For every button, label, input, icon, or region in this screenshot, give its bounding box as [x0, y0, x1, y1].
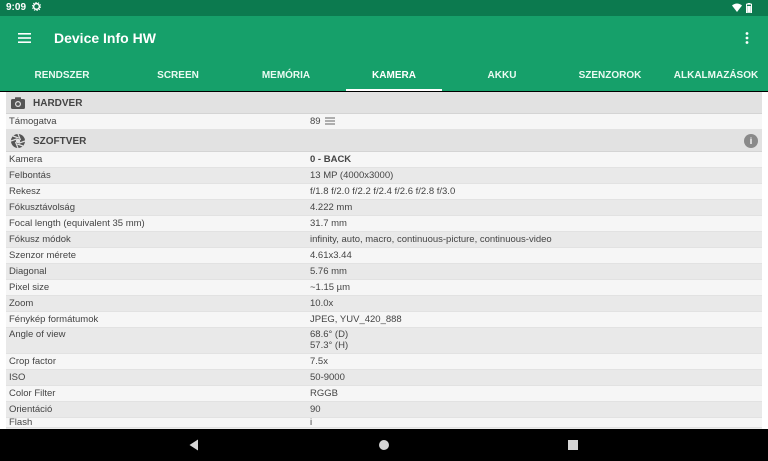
table-row: Fénykép formátumok JPEG, YUV_420_888 — [6, 312, 762, 328]
row-value: 31.7 mm — [310, 218, 347, 229]
table-row: Felbontás 13 MP (4000x3000) — [6, 168, 762, 184]
tab-alkalmazasok[interactable]: ALKALMAZÁSOK — [664, 60, 768, 91]
table-row: Fókusz módok infinity, auto, macro, cont… — [6, 232, 762, 248]
row-value: ~1.15 µm — [310, 282, 351, 293]
tab-rendszer[interactable]: RENDSZER — [0, 60, 124, 91]
row-value: infinity, auto, macro, continuous-pictur… — [310, 234, 552, 245]
row-key: Fókusztávolság — [9, 202, 76, 213]
info-icon[interactable]: i — [744, 134, 758, 148]
tab-akku[interactable]: AKKU — [448, 60, 556, 91]
table-row: Flash i — [6, 418, 762, 428]
row-key: Orientáció — [9, 404, 53, 415]
table-row: Pixel size ~1.15 µm — [6, 280, 762, 296]
row-key: Fénykép formátumok — [9, 314, 99, 325]
row-key: Color Filter — [9, 388, 56, 399]
table-row: Szenzor mérete 4.61x3.44 — [6, 248, 762, 264]
tab-bar: RENDSZER SCREEN MEMÓRIA KAMERA AKKU SZEN… — [0, 60, 768, 91]
row-value: 50-9000 — [310, 372, 345, 383]
section-label-hardver: HARDVER — [33, 98, 83, 109]
status-time: 9:09 — [6, 2, 27, 13]
row-key: Felbontás — [9, 170, 51, 181]
row-key: Angle of view — [9, 329, 66, 340]
row-key: Zoom — [9, 298, 34, 309]
angle-horizontal: 57.3° (H) — [310, 340, 349, 351]
tab-kamera[interactable]: KAMERA — [340, 60, 448, 91]
row-value: 68.6° (D) 57.3° (H) — [310, 329, 762, 353]
table-row: Angle of view 68.6° (D) 57.3° (H) — [6, 328, 762, 354]
tab-screen[interactable]: SCREEN — [124, 60, 232, 91]
table-row: Rekesz f/1.8 f/2.0 f/2.2 f/2.4 f/2.6 f/2… — [6, 184, 762, 200]
status-bar: 9:09 — [0, 0, 768, 16]
recents-icon[interactable] — [568, 440, 578, 450]
hardver-rows: Támogatva 89 — [6, 114, 762, 130]
table-row: Fókusztávolság 4.222 mm — [6, 200, 762, 216]
row-value: 4.222 mm — [310, 202, 353, 213]
row-key: Fókusz módok — [9, 234, 71, 245]
row-value: 0 - BACK — [310, 154, 352, 165]
list-icon[interactable] — [324, 117, 335, 125]
table-row: Crop factor 7.5x — [6, 354, 762, 370]
supported-count: 89 — [310, 116, 321, 127]
row-value: 89 — [310, 114, 762, 129]
wifi-icon — [732, 3, 742, 12]
home-icon[interactable] — [379, 440, 389, 450]
szoftver-rows: Kamera 0 - BACK Felbontás 13 MP (4000x30… — [6, 152, 762, 428]
row-value: 4.61x3.44 — [310, 250, 352, 261]
row-key: Szenzor mérete — [9, 250, 77, 261]
app-bar: Device Info HW RENDSZER SCREEN MEMÓRIA K… — [0, 16, 768, 91]
row-key: Pixel size — [9, 282, 50, 293]
navigation-bar — [0, 429, 768, 461]
row-value: i — [310, 418, 313, 428]
section-hardver: HARDVER — [6, 92, 762, 114]
row-key: ISO — [9, 372, 26, 383]
row-key: Kamera — [9, 154, 43, 165]
row-key: Támogatva — [9, 116, 57, 127]
table-row: Focal length (equivalent 35 mm) 31.7 mm — [6, 216, 762, 232]
row-value: RGGB — [310, 388, 338, 399]
angle-diagonal: 68.6° (D) — [310, 329, 349, 340]
row-value: 90 — [310, 404, 321, 415]
menu-icon[interactable] — [17, 31, 33, 45]
row-key: Focal length (equivalent 35 mm) — [9, 218, 145, 229]
row-value: 13 MP (4000x3000) — [310, 170, 394, 181]
row-key: Rekesz — [9, 186, 41, 197]
table-row: Kamera 0 - BACK — [6, 152, 762, 168]
row-key: Diagonal — [9, 266, 47, 277]
row-value: 10.0x — [310, 298, 334, 309]
table-row: Támogatva 89 — [6, 114, 762, 130]
table-row: Zoom 10.0x — [6, 296, 762, 312]
table-row: Orientáció 90 — [6, 402, 762, 418]
camera-info-list[interactable]: HARDVER Támogatva 89 SZOFTVER i Kamera 0… — [6, 92, 762, 429]
row-key: Crop factor — [9, 356, 56, 367]
table-row: Diagonal 5.76 mm — [6, 264, 762, 280]
back-icon[interactable] — [189, 439, 199, 451]
row-value: JPEG, YUV_420_888 — [310, 314, 402, 325]
section-szoftver: SZOFTVER i — [6, 130, 762, 152]
app-title: Device Info HW — [54, 30, 156, 46]
table-row: Color Filter RGGB — [6, 386, 762, 402]
table-row: ISO 50-9000 — [6, 370, 762, 386]
row-value: f/1.8 f/2.0 f/2.2 f/2.4 f/2.6 f/2.8 f/3.… — [310, 186, 456, 197]
camera-icon — [11, 97, 25, 109]
tab-memoria[interactable]: MEMÓRIA — [232, 60, 340, 91]
content-margin-right — [762, 92, 768, 429]
row-value: 5.76 mm — [310, 266, 347, 277]
aperture-icon — [10, 133, 26, 149]
gear-icon — [32, 2, 41, 11]
more-vert-icon[interactable] — [744, 31, 750, 45]
row-value: 7.5x — [310, 356, 328, 367]
tab-szenzorok[interactable]: SZENZOROK — [556, 60, 664, 91]
section-label-szoftver: SZOFTVER — [33, 136, 87, 147]
battery-icon — [746, 3, 752, 13]
row-key: Flash — [9, 418, 33, 428]
